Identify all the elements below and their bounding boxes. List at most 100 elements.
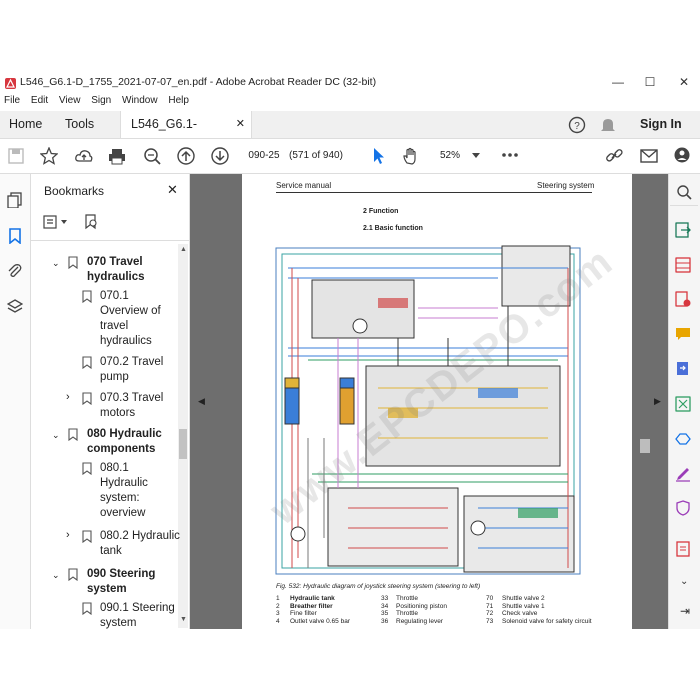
menu-bar: File Edit View Sign Window Help [4,95,700,109]
bookmark-icon [82,530,92,543]
upload-cloud-icon[interactable] [75,147,93,165]
fill-sign-icon[interactable] [675,466,691,482]
bookmarks-scrollbar[interactable]: ▲ ▼ [178,244,188,628]
collapse-rail-arrow-icon[interactable]: ⇥ [680,604,690,618]
bookmark-options-icon[interactable] [43,215,71,229]
close-window-button[interactable]: ✕ [672,72,696,92]
page-thumbnails-icon[interactable] [7,192,23,208]
bookmark-icon [68,568,78,581]
export-pdf-icon[interactable] [675,222,691,238]
hand-tool-icon[interactable] [402,147,420,165]
more-tools-icon[interactable] [502,152,518,158]
window-title: L546_G6.1-D_1755_2021-07-07_en.pdf - Ado… [20,76,377,88]
bookmark-star-icon[interactable] [40,147,58,165]
print-icon[interactable] [108,147,126,165]
expand-chevron-icon[interactable]: › [66,391,70,403]
combine-files-icon[interactable] [675,361,691,377]
subsection-heading: 2.1 Basic function [363,225,423,232]
bookmark-icon [68,256,78,269]
menu-edit[interactable]: Edit [31,95,48,106]
layers-icon[interactable] [7,299,23,315]
compress-pdf-icon[interactable] [675,396,691,412]
bookmark-070-1[interactable]: 070.1 Overview of travel hydraulics [100,289,172,349]
save-icon[interactable] [7,147,25,165]
svg-text:?: ? [574,121,580,132]
previous-page-icon[interactable] [177,147,195,165]
rail-divider [670,205,698,206]
help-icon[interactable]: ? [568,116,586,134]
legend-row: 2 Breather filter 34 Positioning piston … [276,602,545,610]
figure-caption: Fig. 532: Hydraulic diagram of joystick … [276,583,481,590]
bookmark-070-travel-hydraulics[interactable]: 070 Travel hydraulics [87,255,173,285]
pdf-page: Service manual Steering system 2 Functio… [242,174,632,629]
sign-in-button[interactable]: Sign In [640,111,682,138]
bookmark-icon [82,602,92,615]
tab-tools[interactable]: Tools [65,111,94,138]
menu-file[interactable]: File [4,95,20,106]
tab-document[interactable]: L546_G6.1-D_1755... ✕ [120,111,252,158]
scroll-up-arrow-icon[interactable]: ▲ [180,246,187,253]
toolbar: 090-25 (571 of 940) 52% [0,139,700,174]
rail-scroll-down-icon[interactable]: ⌄ [680,576,688,587]
bookmark-070-3[interactable]: 070.3 Travel motors [100,391,172,421]
acrobat-app-icon [5,78,16,89]
tab-bar: Home Tools L546_G6.1-D_1755... ✕ ? Sign … [0,111,700,158]
tab-close-icon[interactable]: ✕ [236,111,245,138]
menu-window[interactable]: Window [122,95,158,106]
comment-icon[interactable] [675,326,691,342]
notification-bell-icon[interactable] [600,116,616,134]
bookmark-icon [82,290,92,303]
send-for-review-icon[interactable] [675,431,691,447]
tab-home[interactable]: Home [9,111,42,138]
zoom-level-dropdown[interactable]: 52% [440,148,460,164]
page-header-left: Service manual [276,181,332,190]
left-navigation-rail [0,174,31,629]
next-page-icon[interactable] [211,147,229,165]
bookmarks-title: Bookmarks [44,184,105,198]
bookmark-080-hydraulic-components[interactable]: 080 Hydraulic components [87,427,173,457]
menu-help[interactable]: Help [168,95,189,106]
minimize-button[interactable]: — [606,72,630,92]
bookmark-icon [68,428,78,441]
document-scrollbar-thumb[interactable] [640,439,650,453]
bookmark-090-1[interactable]: 090.1 Steering system [100,601,178,629]
bookmark-090-steering-system[interactable]: 090 Steering system [87,567,173,597]
page-count: (571 of 940) [289,150,343,161]
menu-sign[interactable]: Sign [91,95,111,106]
protect-icon[interactable] [675,500,691,516]
close-panel-button[interactable]: ✕ [167,182,178,198]
bookmarks-panel-icon[interactable] [8,228,22,244]
header-rule [276,192,592,193]
expand-chevron-icon[interactable]: › [66,529,70,541]
collapse-left-panel-arrow-icon[interactable]: ◀ [198,396,205,407]
collapse-chevron-icon[interactable]: ⌄ [52,570,60,581]
bookmark-070-2[interactable]: 070.2 Travel pump [100,355,172,385]
bookmarks-panel: Bookmarks ✕ ▲ ▼ ⌄ 070 Travel hydraulics … [31,174,190,629]
attachments-paperclip-icon[interactable] [7,263,23,279]
bookmark-icon [82,392,92,405]
email-icon[interactable] [640,147,658,165]
bookmark-080-2[interactable]: 080.2 Hydraulic tank [100,529,180,559]
chevron-down-icon[interactable] [472,153,480,159]
page-number-input[interactable]: 090-25 [244,148,284,164]
scrollbar-thumb[interactable] [179,429,187,459]
zoom-search-icon[interactable] [143,147,161,165]
create-pdf-icon[interactable] [675,291,691,307]
title-bar [0,0,700,44]
add-user-icon[interactable] [674,147,692,165]
bookmark-080-1[interactable]: 080.1 Hydraulic system: overview [100,461,172,521]
collapse-chevron-icon[interactable]: ⌄ [52,258,60,269]
organize-pages-icon[interactable] [675,257,691,273]
scroll-down-arrow-icon[interactable]: ▼ [180,616,187,623]
share-link-icon[interactable] [605,147,623,165]
search-tool-icon[interactable] [676,184,692,200]
page-header-right: Steering system [537,181,595,190]
collapse-chevron-icon[interactable]: ⌄ [52,430,60,441]
legend-row: 4 Outlet valve 0.65 bar 36 Regulating le… [276,617,592,625]
more-tools-doc-icon[interactable] [675,541,691,557]
find-bookmark-icon[interactable] [85,214,99,230]
maximize-button[interactable]: ☐ [638,72,662,92]
select-cursor-icon[interactable] [370,147,388,165]
expand-right-panel-arrow-icon[interactable]: ▶ [654,396,661,407]
menu-view[interactable]: View [59,95,81,106]
